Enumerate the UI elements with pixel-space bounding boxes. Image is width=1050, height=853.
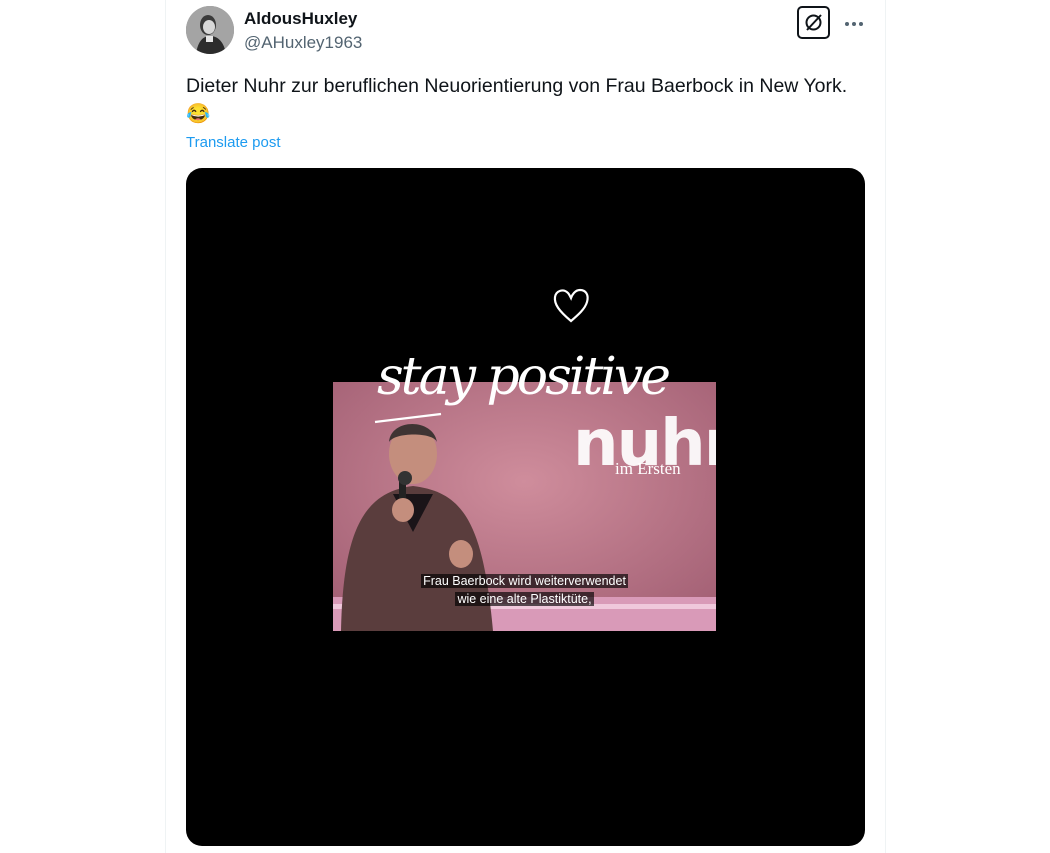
stay-positive-overlay: stay positive [374,347,671,424]
grok-icon [805,14,822,31]
user-handle[interactable]: @AHuxley1963 [244,33,362,53]
more-options-button[interactable] [838,8,870,40]
video-player[interactable]: nuhr im Ersten Frau Baerbock wird weiter… [186,168,865,846]
subtitle-line-2: wie eine alte Plastiktüte, [455,592,594,606]
more-horizontal-icon [845,22,863,26]
heart-outline-icon [553,288,589,323]
avatar-image [186,6,234,54]
translate-post-link[interactable]: Translate post [186,134,281,151]
post-column: AldousHuxley @AHuxley1963 Dieter Nuhr zu… [165,0,886,853]
subtitle-line-1: Frau Baerbock wird weiterverwendet [421,574,628,588]
grok-button[interactable] [797,6,830,39]
display-name[interactable]: AldousHuxley [244,9,357,29]
broadcast-logo-subtitle: im Ersten [615,459,681,478]
post-text: Dieter Nuhr zur beruflichen Neuorientier… [186,75,848,125]
svg-text:stay positive: stay positive [377,347,669,407]
avatar[interactable] [186,6,234,54]
